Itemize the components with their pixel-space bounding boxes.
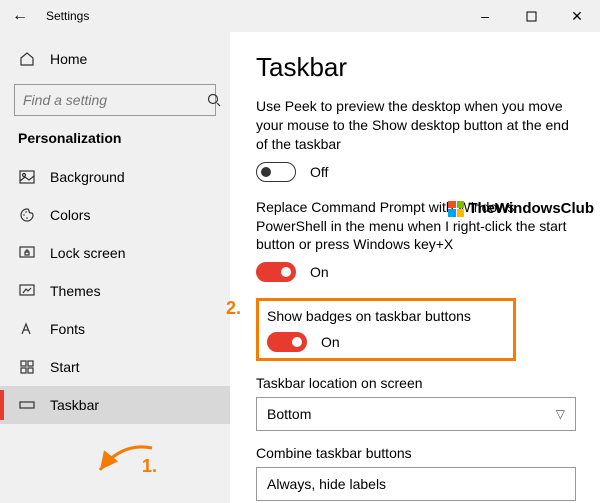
- minimize-button[interactable]: –: [462, 0, 508, 32]
- sidebar-item-label: Fonts: [50, 321, 85, 337]
- chevron-down-icon: ▽: [556, 407, 565, 421]
- page-title: Taskbar: [256, 52, 582, 83]
- watermark: TheWindowsClub: [448, 200, 594, 217]
- picture-icon: [18, 168, 36, 186]
- windows-logo-icon: [448, 201, 464, 217]
- sidebar-item-lockscreen[interactable]: Lock screen: [0, 234, 230, 272]
- close-button[interactable]: ✕: [554, 0, 600, 32]
- window-title: Settings: [40, 9, 89, 23]
- sidebar-item-label: Lock screen: [50, 245, 125, 261]
- setting-peek-toggle[interactable]: [256, 162, 296, 182]
- home-icon: [18, 50, 36, 68]
- location-dropdown[interactable]: Bottom ▽: [256, 397, 576, 431]
- setting-peek-desc: Use Peek to preview the desktop when you…: [256, 97, 576, 154]
- taskbar-icon: [18, 396, 36, 414]
- setting-badges-desc: Show badges on taskbar buttons: [267, 307, 505, 326]
- themes-icon: [18, 282, 36, 300]
- titlebar: ← Settings – ✕: [0, 0, 600, 32]
- combine-label: Combine taskbar buttons: [256, 445, 582, 461]
- sidebar-item-label: Taskbar: [50, 397, 99, 413]
- lockscreen-icon: [18, 244, 36, 262]
- palette-icon: [18, 206, 36, 224]
- start-icon: [18, 358, 36, 376]
- sidebar-item-label: Themes: [50, 283, 101, 299]
- sidebar-item-fonts[interactable]: Fonts: [0, 310, 230, 348]
- sidebar-section-label: Personalization: [0, 126, 230, 158]
- sidebar-item-themes[interactable]: Themes: [0, 272, 230, 310]
- sidebar-item-label: Background: [50, 169, 125, 185]
- location-label: Taskbar location on screen: [256, 375, 582, 391]
- content-area: Taskbar Use Peek to preview the desktop …: [230, 32, 600, 503]
- setting-badges-toggle[interactable]: [267, 332, 307, 352]
- maximize-button[interactable]: [508, 0, 554, 32]
- back-button[interactable]: ←: [0, 0, 40, 32]
- fonts-icon: [18, 320, 36, 338]
- setting-peek-state: Off: [310, 164, 328, 180]
- combine-value: Always, hide labels: [267, 476, 386, 492]
- setting-powershell-toggle[interactable]: [256, 262, 296, 282]
- search-field[interactable]: [23, 92, 205, 108]
- sidebar-home-label: Home: [50, 51, 87, 67]
- setting-badges-state: On: [321, 334, 340, 350]
- search-input[interactable]: [14, 84, 216, 116]
- sidebar-item-taskbar[interactable]: Taskbar: [0, 386, 230, 424]
- sidebar-item-start[interactable]: Start: [0, 348, 230, 386]
- setting-powershell-state: On: [310, 264, 329, 280]
- setting-peek: Use Peek to preview the desktop when you…: [256, 97, 582, 182]
- sidebar: Home Personalization Background Colo: [0, 32, 230, 503]
- sidebar-home[interactable]: Home: [0, 40, 230, 78]
- sidebar-item-background[interactable]: Background: [0, 158, 230, 196]
- sidebar-item-colors[interactable]: Colors: [0, 196, 230, 234]
- sidebar-item-label: Start: [50, 359, 80, 375]
- setting-badges-highlight: Show badges on taskbar buttons On: [256, 298, 516, 361]
- location-value: Bottom: [267, 406, 311, 422]
- sidebar-item-label: Colors: [50, 207, 90, 223]
- watermark-text: TheWindowsClub: [468, 200, 594, 217]
- search-icon: [205, 91, 223, 109]
- combine-dropdown[interactable]: Always, hide labels: [256, 467, 576, 501]
